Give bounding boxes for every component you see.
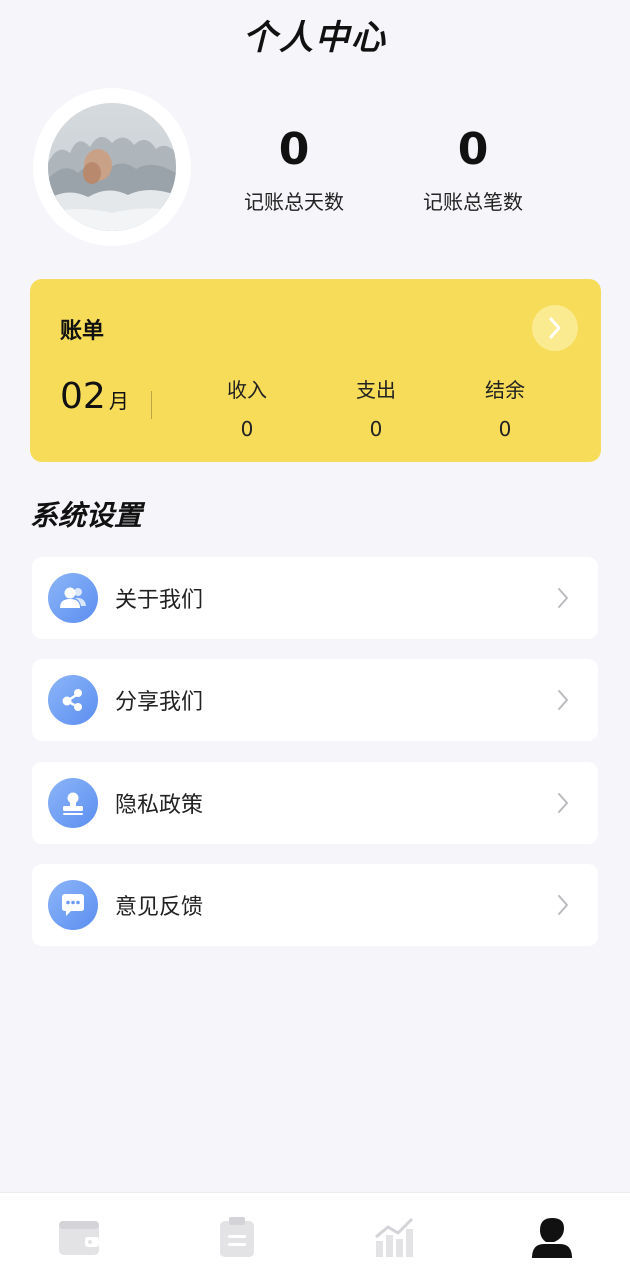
user-icon — [532, 1218, 572, 1258]
stat-total-count: 0 记账总笔数 — [393, 122, 553, 215]
tab-bills[interactable] — [213, 1213, 261, 1261]
expense-label: 支出 — [356, 378, 396, 402]
menu-item-share-us[interactable]: 分享我们 — [32, 659, 598, 741]
chat-icon — [48, 880, 98, 930]
total-count-value: 0 — [457, 124, 489, 175]
clipboard-icon — [220, 1217, 254, 1257]
chevron-right-icon — [558, 588, 568, 608]
bill-balance: 结余 0 — [455, 374, 555, 441]
balance-value: 0 — [498, 417, 512, 441]
income-value: 0 — [240, 417, 254, 441]
bill-card[interactable]: 账单 02 月 收入 0 支出 0 结余 0 — [30, 279, 601, 462]
menu-item-feedback[interactable]: 意见反馈 — [32, 864, 598, 946]
menu-item-label: 意见反馈 — [115, 895, 204, 920]
bill-month-unit: 月 — [108, 389, 129, 413]
stamp-icon — [48, 778, 98, 828]
bill-detail-button[interactable] — [532, 305, 578, 351]
chart-icon — [375, 1217, 414, 1257]
chevron-right-icon — [549, 317, 561, 339]
menu-item-label: 分享我们 — [115, 690, 204, 715]
settings-section-title: 系统设置 — [30, 499, 143, 532]
stat-total-days: 0 记账总天数 — [214, 122, 374, 215]
chevron-right-icon — [558, 690, 568, 710]
income-label: 收入 — [227, 378, 267, 402]
avatar-image — [48, 103, 176, 231]
bill-title: 账单 — [60, 319, 105, 344]
total-days-label: 记账总天数 — [244, 190, 344, 214]
bill-month[interactable]: 02 月 — [60, 376, 129, 417]
bill-month-number: 02 — [60, 376, 106, 417]
balance-label: 结余 — [485, 378, 525, 402]
tab-profile[interactable] — [528, 1213, 576, 1261]
menu-item-privacy-policy[interactable]: 隐私政策 — [32, 762, 598, 844]
bill-expense: 支出 0 — [326, 374, 426, 441]
expense-value: 0 — [369, 417, 383, 441]
total-days-value: 0 — [278, 124, 310, 175]
menu-item-label: 关于我们 — [115, 588, 204, 613]
avatar[interactable] — [33, 88, 191, 246]
page-title: 个人中心 — [243, 18, 387, 58]
menu-item-label: 隐私政策 — [115, 793, 204, 818]
bottom-tab-bar — [0, 1192, 630, 1280]
share-icon — [48, 675, 98, 725]
tab-chart[interactable] — [370, 1213, 418, 1261]
chevron-right-icon — [558, 793, 568, 813]
tab-wallet[interactable] — [55, 1213, 103, 1261]
menu-item-about-us[interactable]: 关于我们 — [32, 557, 598, 639]
bill-income: 收入 0 — [197, 374, 297, 441]
bill-divider — [151, 391, 152, 419]
users-icon — [48, 573, 98, 623]
chevron-right-icon — [558, 895, 568, 915]
wallet-icon — [59, 1221, 99, 1255]
total-count-label: 记账总笔数 — [423, 190, 523, 214]
